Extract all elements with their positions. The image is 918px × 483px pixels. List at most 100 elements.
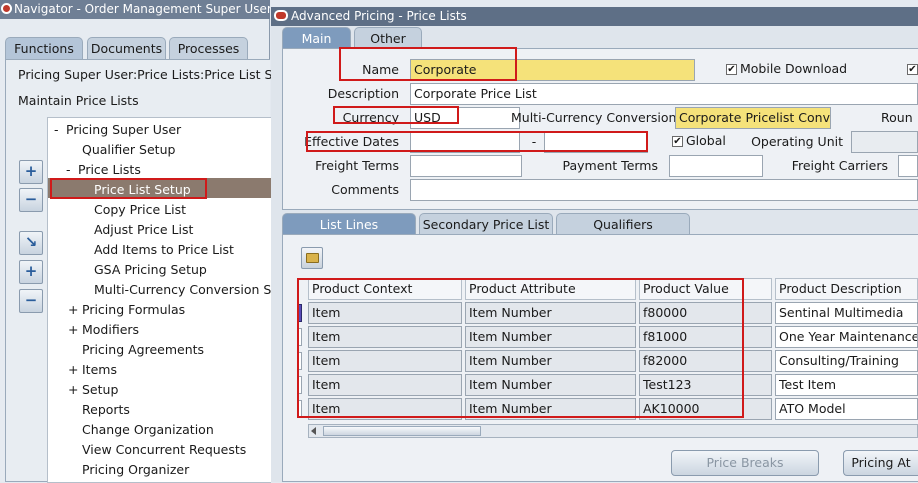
cell-product-description[interactable]: One Year Maintenance -	[775, 326, 918, 348]
expand-branch-button[interactable]: ↘	[19, 231, 43, 255]
tree-toggle[interactable]: +	[68, 360, 82, 380]
collapse-all-button[interactable]: −	[19, 289, 43, 313]
tree-item-pricing-agreements[interactable]: Pricing Agreements	[82, 340, 204, 360]
tree-item-gsa-pricing[interactable]: GSA Pricing Setup	[94, 260, 207, 280]
collapse-button[interactable]: −	[19, 188, 43, 212]
tree-label: GSA Pricing Setup	[94, 262, 207, 277]
multi-currency-field[interactable]: Corporate Pricelist Convers	[675, 107, 831, 129]
tree-item-pricing-super-user[interactable]: - Pricing Super User	[54, 120, 181, 140]
global-checkbox[interactable]: ✔	[672, 136, 683, 147]
multi-currency-label: Multi-Currency Conversion	[511, 110, 677, 125]
folder-icon	[305, 253, 319, 263]
tree-label: View Concurrent Requests	[82, 442, 247, 457]
tree-label: Pricing Agreements	[82, 342, 205, 357]
tab-functions-label: Functions	[14, 41, 74, 56]
collapse-icon: −	[24, 190, 38, 208]
tree-item-qualifier-setup[interactable]: Qualifier Setup	[82, 140, 175, 160]
tab-list-lines-label: List Lines	[319, 217, 379, 232]
price-breaks-button[interactable]: Price Breaks	[671, 450, 819, 476]
tree-label: Adjust Price List	[94, 222, 194, 237]
tab-other-label: Other	[370, 31, 406, 46]
tree-toggle[interactable]: +	[68, 380, 82, 400]
mobile-download-checkbox[interactable]: ✔	[726, 64, 737, 75]
form-title: Advanced Pricing - Price Lists	[291, 9, 467, 23]
cell-product-description[interactable]: Consulting/Training	[775, 350, 918, 372]
price-list-window: Advanced Pricing - Price Lists Main Othe…	[271, 7, 918, 482]
cell-product-description[interactable]: Test Item	[775, 374, 918, 396]
function-tree: - Pricing Super User Qualifier Setup - Pri…	[47, 117, 284, 483]
tab-secondary-price-list[interactable]: Secondary Price List	[419, 213, 553, 235]
navigator-title: Navigator - Order Management Super User,…	[14, 2, 270, 16]
tree-toggle[interactable]: +	[68, 320, 82, 340]
tree-label: Copy Price List	[94, 202, 186, 217]
freight-terms-label: Freight Terms	[315, 158, 399, 173]
tab-qualifiers[interactable]: Qualifiers	[556, 213, 690, 235]
page-heading: Maintain Price Lists	[18, 93, 139, 108]
tab-secondary-label: Secondary Price List	[422, 217, 550, 232]
comments-field[interactable]	[410, 179, 918, 201]
scrollbar-thumb[interactable]	[323, 426, 481, 436]
tab-processes-label: Processes	[177, 41, 240, 56]
cell-product-description[interactable]: ATO Model	[775, 398, 918, 420]
scroll-left-icon[interactable]	[311, 427, 316, 435]
operating-unit-field[interactable]	[851, 131, 918, 153]
comments-label: Comments	[331, 182, 399, 197]
tab-main[interactable]: Main	[282, 27, 351, 49]
tree-item-pricing-formulas[interactable]: + Pricing Formulas	[68, 300, 185, 320]
global-label: Global	[686, 133, 726, 148]
freight-carriers-label: Freight Carriers	[791, 158, 888, 173]
payment-terms-field[interactable]	[669, 155, 763, 177]
tree-label: Items	[82, 362, 117, 377]
tree-item-add-items[interactable]: Add Items to Price List	[94, 240, 234, 260]
mobile-download-label: Mobile Download	[740, 61, 848, 76]
oracle-logo-icon	[274, 10, 288, 21]
highlight-effective-dates	[306, 131, 648, 152]
description-field[interactable]: Corporate Price List	[410, 83, 918, 105]
oracle-app-icon	[1, 3, 12, 14]
tree-item-setup[interactable]: + Setup	[68, 380, 118, 400]
expand-all-button[interactable]: +	[19, 260, 43, 284]
tree-item-price-lists[interactable]: - Price Lists	[66, 160, 141, 180]
tab-processes[interactable]: Processes	[169, 37, 248, 59]
tree-label: Qualifier Setup	[82, 142, 176, 157]
expand-branch-icon: ↘	[24, 233, 38, 251]
tree-item-change-organization[interactable]: Change Organization	[82, 420, 214, 440]
tab-functions[interactable]: Functions	[5, 37, 83, 59]
navigator-panel: Pricing Super User:Price Lists:Price Lis…	[5, 59, 284, 483]
expand-all-icon: +	[24, 262, 38, 280]
tree-item-copy-price-list[interactable]: Copy Price List	[94, 200, 186, 220]
tree-label: Reports	[82, 402, 130, 417]
tree-toggle[interactable]: -	[66, 160, 78, 180]
tree-item-view-requests[interactable]: View Concurrent Requests	[82, 440, 246, 460]
folder-button[interactable]	[301, 247, 323, 269]
tree-item-pricing-organizer[interactable]: Pricing Organizer	[82, 460, 189, 480]
expand-button[interactable]: +	[19, 160, 43, 184]
tab-main-label: Main	[301, 31, 332, 46]
tree-toggle[interactable]: +	[68, 300, 82, 320]
tree-item-items[interactable]: + Items	[68, 360, 117, 380]
rounding-label: Roun	[881, 110, 913, 125]
column-header-product-description[interactable]: Product Description	[775, 278, 918, 300]
tree-label: Pricing Super User	[66, 122, 182, 137]
tree-item-modifiers[interactable]: + Modifiers	[68, 320, 139, 340]
tree-label: Multi-Currency Conversion Set	[94, 282, 284, 297]
tab-documents[interactable]: Documents	[87, 37, 166, 59]
tree-item-reports[interactable]: Reports	[82, 400, 130, 420]
tree-label: Add Items to Price List	[94, 242, 234, 257]
extra-checkbox[interactable]: ✔	[907, 64, 918, 75]
pricing-attributes-button[interactable]: Pricing At	[843, 450, 918, 476]
horizontal-scrollbar[interactable]	[308, 424, 918, 438]
tree-item-multi-currency[interactable]: Multi-Currency Conversion Set	[94, 280, 284, 300]
freight-carriers-field[interactable]	[898, 155, 918, 177]
tree-item-adjust-price-list[interactable]: Adjust Price List	[94, 220, 193, 240]
tree-label: Setup	[82, 382, 119, 397]
tab-list-lines[interactable]: List Lines	[282, 213, 416, 235]
description-label: Description	[327, 86, 399, 101]
payment-terms-label: Payment Terms	[562, 158, 658, 173]
tab-other[interactable]: Other	[354, 27, 422, 49]
tree-toggle[interactable]: -	[54, 120, 66, 140]
expand-icon: +	[24, 162, 38, 180]
cell-product-description[interactable]: Sentinal Multimedia	[775, 302, 918, 324]
freight-terms-field[interactable]	[410, 155, 522, 177]
tree-label: Pricing Organizer	[82, 462, 190, 477]
